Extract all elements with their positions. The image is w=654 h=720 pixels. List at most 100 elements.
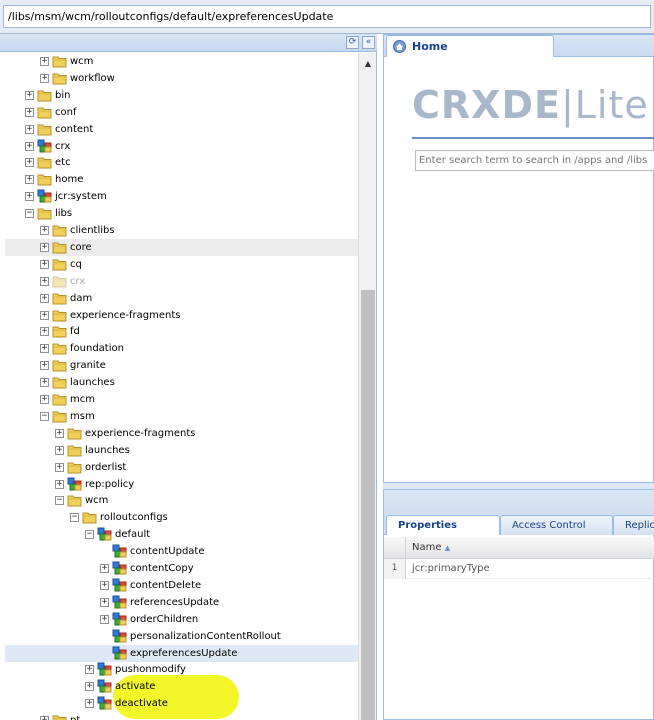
expand-icon[interactable]: + [40, 226, 49, 235]
tree-node-clientlibs[interactable]: + clientlibs [5, 222, 358, 239]
tree-node-foundation[interactable]: + foundation [5, 340, 358, 357]
collapse-panel-button[interactable]: « [362, 36, 375, 49]
tree-node-orderlist[interactable]: + orderlist [5, 459, 358, 476]
tree-node-orderchildren[interactable]: + orderChildren [5, 611, 358, 628]
refresh-button[interactable]: ⟳ [346, 36, 359, 49]
folder-icon [37, 206, 52, 220]
tab-replication[interactable]: Replication [613, 515, 654, 535]
tree-node-launches[interactable]: + launches [5, 374, 358, 391]
scrollbar-thumb[interactable] [361, 290, 375, 720]
folder-icon [52, 713, 67, 720]
tree-node-libs[interactable]: − libs [5, 205, 358, 222]
tree-node-wcm[interactable]: − wcm [5, 492, 358, 509]
tree-node-activate[interactable]: + activate [5, 678, 358, 695]
expand-icon[interactable]: + [40, 344, 49, 354]
expand-icon[interactable]: + [40, 293, 49, 303]
expand-icon[interactable]: + [40, 310, 49, 320]
expand-icon[interactable]: + [25, 158, 34, 168]
expand-icon[interactable]: + [85, 682, 94, 692]
tree-node-contentdelete[interactable]: + contentDelete [5, 577, 358, 594]
tree-node-bin[interactable]: + bin [5, 87, 358, 104]
collapse-node-icon[interactable]: − [55, 496, 64, 506]
expand-icon[interactable]: + [85, 699, 94, 709]
expand-icon[interactable]: + [100, 564, 109, 573]
scroll-up-arrow-icon[interactable]: ▲ [359, 59, 377, 68]
tree-node-core[interactable]: + core [5, 238, 358, 256]
expand-icon[interactable]: + [40, 73, 49, 83]
collapse-node-icon[interactable]: − [40, 411, 49, 421]
tree-node-label: activate [115, 681, 156, 693]
expand-icon[interactable]: + [25, 192, 34, 202]
expand-icon[interactable]: + [40, 327, 49, 337]
expand-icon[interactable]: + [40, 378, 49, 388]
tab-properties[interactable]: Properties [386, 515, 500, 535]
expand-icon[interactable]: + [25, 175, 34, 185]
tree-node-launches[interactable]: + launches [5, 442, 358, 459]
tree-node-granite[interactable]: + granite [5, 357, 358, 374]
expand-icon[interactable]: + [100, 597, 109, 607]
collapse-node-icon[interactable]: − [70, 513, 79, 523]
tab-home[interactable]: Home [386, 35, 554, 57]
tree-node-msm[interactable]: − msm [5, 408, 358, 425]
expand-icon[interactable]: + [85, 665, 94, 675]
tree-node-cq[interactable]: + cq [5, 256, 358, 273]
tree-node-pushonmodify[interactable]: + pushonmodify [5, 661, 358, 678]
expand-icon[interactable]: + [25, 107, 34, 117]
tree-node-home[interactable]: + home [5, 171, 358, 188]
tree-scrollbar[interactable]: ▲ [358, 53, 376, 720]
path-input[interactable] [3, 5, 651, 28]
expand-icon[interactable]: + [55, 462, 64, 472]
tree-node-label: launches [70, 377, 115, 389]
tree-node-conf[interactable]: + conf [5, 104, 358, 121]
node-icon [97, 662, 112, 676]
tree-node-mcm[interactable]: + mcm [5, 391, 358, 408]
tree-node-rep-policy[interactable]: + rep:policy [5, 476, 358, 493]
tree-node-pt[interactable]: + pt [5, 712, 358, 720]
expand-icon[interactable]: + [40, 259, 49, 269]
tree-node-contentupdate[interactable]: contentUpdate [5, 543, 358, 560]
column-name-header[interactable]: Name ▲ [412, 542, 450, 553]
tree-node-referencesupdate[interactable]: + referencesUpdate [5, 594, 358, 611]
tree-node-jcr-system[interactable]: + jcr:system [5, 188, 358, 205]
tree-node-rolloutconfigs[interactable]: − rolloutconfigs [5, 509, 358, 526]
tree-node-content[interactable]: + content [5, 121, 358, 138]
expand-icon[interactable]: + [40, 716, 49, 720]
search-input[interactable] [415, 150, 654, 171]
tree-node-experience-fragments[interactable]: + experience-fragments [5, 307, 358, 324]
collapse-node-icon[interactable]: − [85, 530, 94, 540]
tree-node-dam[interactable]: + dam [5, 290, 358, 307]
tab-home-label: Home [412, 40, 448, 53]
tree-node-label: contentUpdate [130, 546, 205, 558]
tree-node-crx[interactable]: + crx [5, 138, 358, 155]
expand-icon[interactable]: + [100, 580, 109, 590]
tree-node-deactivate[interactable]: + deactivate [5, 695, 358, 712]
expand-icon[interactable]: + [40, 361, 49, 371]
tree-node-expreferencesupdate[interactable]: expreferencesUpdate [5, 644, 358, 662]
tab-access-control[interactable]: Access Control [500, 515, 613, 535]
expand-icon[interactable]: + [55, 479, 64, 489]
expand-icon[interactable]: + [25, 90, 34, 100]
tree-node-etc[interactable]: + etc [5, 154, 358, 171]
expand-icon[interactable]: + [40, 276, 49, 286]
expand-icon[interactable]: + [25, 124, 34, 134]
tree-node-crx[interactable]: + crx [5, 273, 358, 290]
expand-icon[interactable]: + [40, 395, 49, 404]
expand-icon[interactable]: + [55, 428, 64, 438]
tree-node-personalizationcontentrollout[interactable]: personalizationContentRollout [5, 628, 358, 645]
expand-icon[interactable]: + [40, 57, 49, 66]
node-icon [112, 561, 127, 575]
expand-icon[interactable]: + [25, 141, 34, 151]
tree-node-default[interactable]: − default [5, 526, 358, 543]
tree-node-experience-fragments[interactable]: + experience-fragments [5, 425, 358, 442]
tree-node-fd[interactable]: + fd [5, 323, 358, 340]
node-icon [112, 629, 127, 643]
table-row[interactable]: 1 jcr:primaryType [384, 559, 654, 579]
tree-node-label: expreferencesUpdate [130, 647, 238, 659]
collapse-node-icon[interactable]: − [25, 209, 34, 219]
tree-node-contentcopy[interactable]: + contentCopy [5, 560, 358, 577]
tree-node-workflow[interactable]: + workflow [5, 70, 358, 87]
expand-icon[interactable]: + [40, 242, 49, 252]
tree-node-wcm[interactable]: + wcm [5, 53, 358, 70]
expand-icon[interactable]: + [100, 614, 109, 624]
expand-icon[interactable]: + [55, 445, 64, 455]
